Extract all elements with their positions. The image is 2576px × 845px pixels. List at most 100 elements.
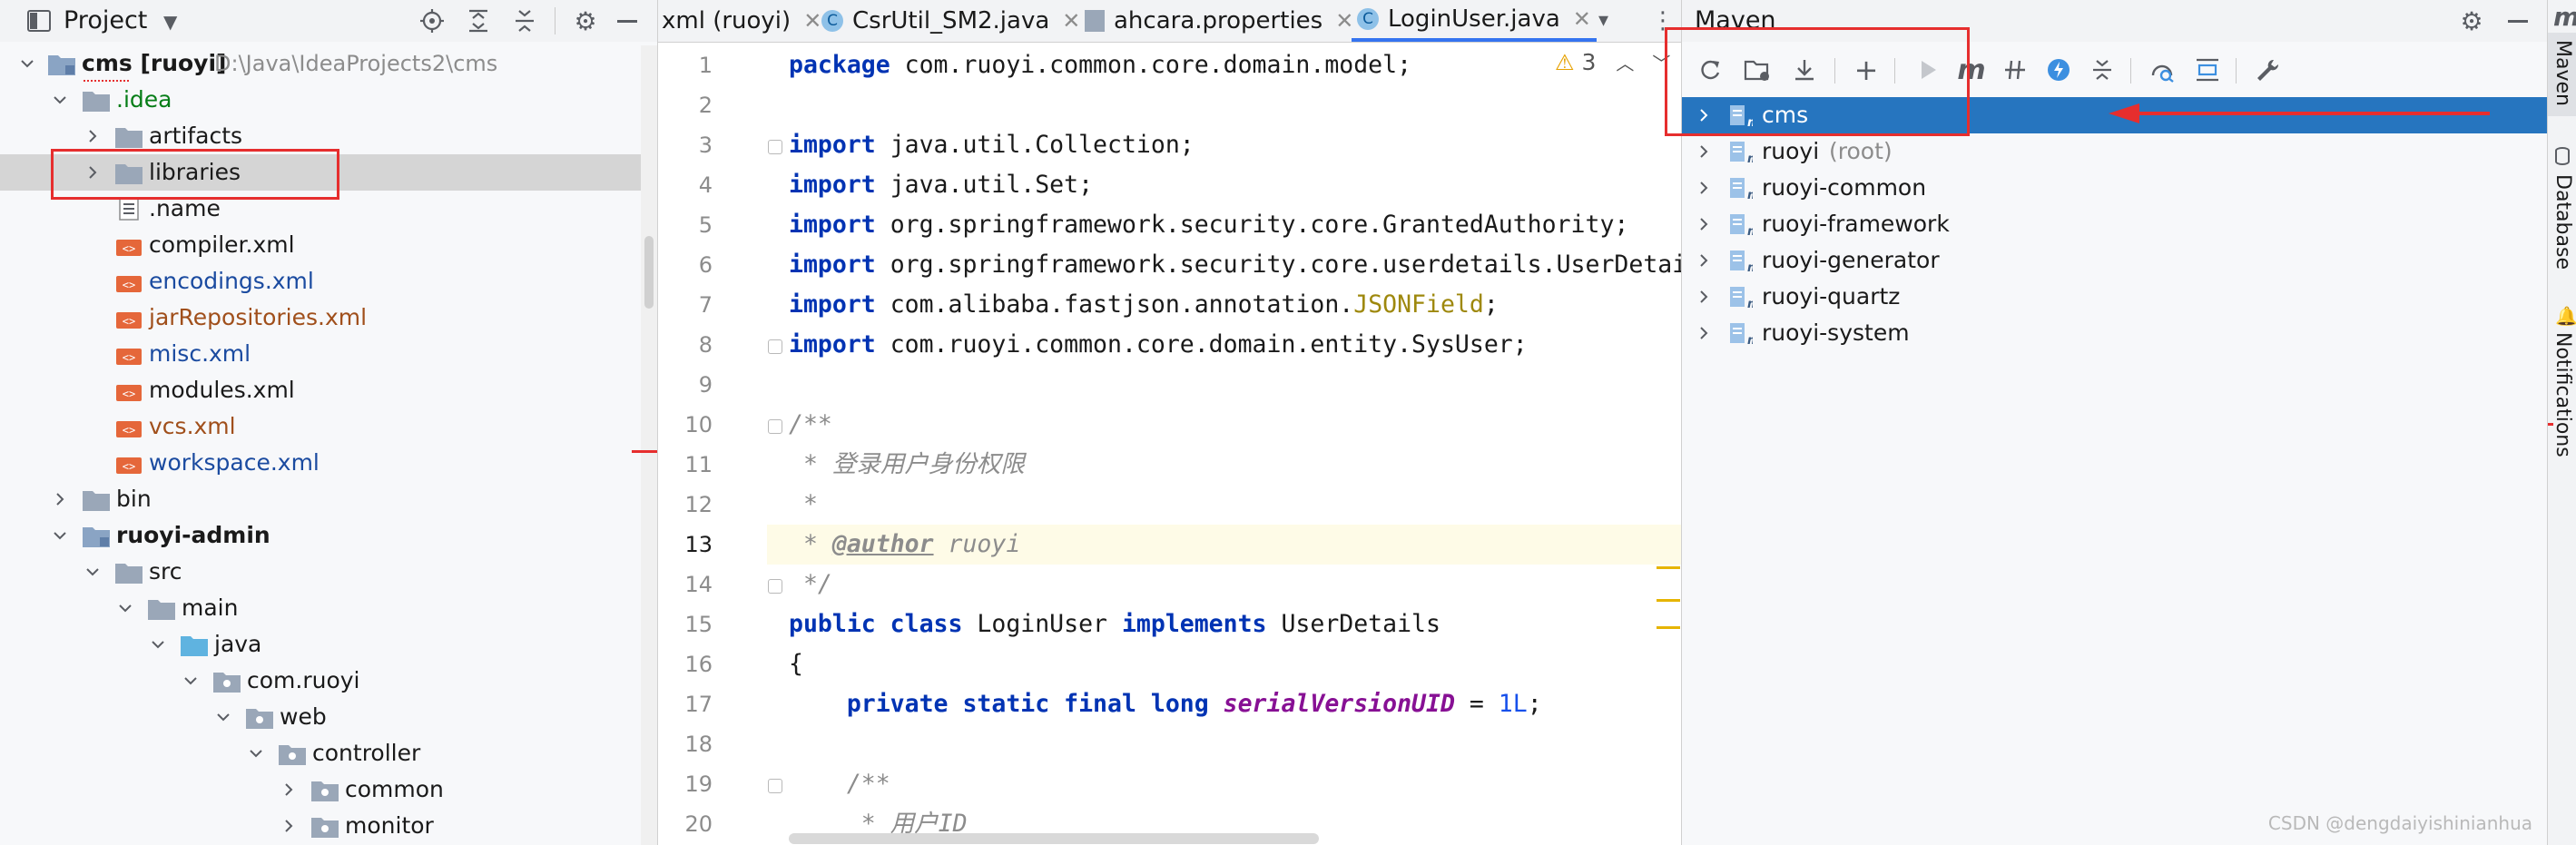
maven-project-ruoyi-system[interactable]: m ruoyi-system [1682, 315, 2548, 351]
minimize-icon[interactable] [2508, 20, 2528, 23]
maven-project-ruoyi[interactable]: m ruoyi (root) [1682, 133, 2548, 170]
tree-row-main[interactable]: main [0, 590, 641, 626]
line-number: 10 [684, 412, 713, 437]
svg-text:m: m [1747, 334, 1753, 346]
maven-project-ruoyi-quartz[interactable]: m ruoyi-quartz [1682, 279, 2548, 315]
tab-label: CsrUtil_SM2.java [852, 7, 1050, 34]
tab-csrutil-sm2[interactable]: C CsrUtil_SM2.java ✕ [821, 0, 1080, 42]
gear-icon[interactable]: ⚙ [569, 5, 602, 37]
watermark: CSDN @dengdaiyishinianhua [2267, 812, 2532, 834]
chevron-down-icon[interactable] [212, 699, 234, 735]
tree-row-jarrepositories-xml[interactable]: <> jarRepositories.xml [0, 300, 641, 336]
tree-row-modules-xml[interactable]: <> modules.xml [0, 372, 641, 408]
chevron-down-icon[interactable] [16, 45, 38, 82]
locate-file-icon[interactable] [416, 5, 448, 37]
tree-row-web[interactable]: web [0, 699, 641, 735]
notification-marker [2548, 423, 2553, 426]
close-icon[interactable]: ✕ [1573, 6, 1591, 32]
chevron-right-icon[interactable] [1693, 242, 1715, 279]
package-icon [278, 741, 307, 766]
tree-row-common[interactable]: common [0, 771, 641, 808]
code-area[interactable]: 1 2 3 4 5 6 7 8 9 10 11 12 13 14 15 16 1… [658, 45, 1682, 845]
fold-marker[interactable] [768, 140, 782, 154]
chevron-down-icon[interactable] [49, 517, 71, 554]
maven-project-ruoyi-generator[interactable]: m ruoyi-generator [1682, 242, 2548, 279]
line-number: 8 [698, 332, 713, 358]
chevron-right-icon[interactable] [278, 808, 300, 844]
chevron-right-icon[interactable] [1693, 133, 1715, 170]
project-view-dropdown-icon[interactable]: ▼ [163, 11, 177, 33]
tree-row-bin[interactable]: bin [0, 481, 641, 517]
tab-xml-ruoyi[interactable]: xml (ruoyi) ✕ [662, 0, 821, 42]
inspection-widget[interactable]: ⚠ 3 ︿ ﹀ [1555, 49, 1670, 75]
close-icon[interactable]: ✕ [803, 8, 821, 34]
maven-project-ruoyi-framework[interactable]: m ruoyi-framework [1682, 206, 2548, 242]
scrollbar-thumb[interactable] [644, 236, 654, 309]
wrench-icon[interactable] [2250, 53, 2285, 87]
tree-row-src[interactable]: src [0, 554, 641, 590]
maven-m-icon[interactable]: m [2553, 2, 2576, 32]
fold-marker[interactable] [768, 579, 782, 594]
maven-project-ruoyi-common[interactable]: m ruoyi-common [1682, 170, 2548, 206]
close-icon[interactable]: ✕ [1062, 8, 1080, 34]
chevron-down-icon[interactable] [114, 590, 136, 626]
code-line: public class LoginUser implements UserDe… [789, 610, 1440, 638]
tree-row-ruoyi-admin[interactable]: ruoyi-admin [0, 517, 641, 554]
chevron-right-icon[interactable] [1693, 315, 1715, 351]
tree-row-encodings-xml[interactable]: <> encodings.xml [0, 263, 641, 300]
chevron-down-icon[interactable] [82, 554, 103, 590]
expand-all-icon[interactable] [462, 5, 495, 37]
fold-marker[interactable] [768, 419, 782, 434]
chevron-right-icon[interactable] [278, 771, 300, 808]
minimize-icon[interactable] [617, 20, 637, 23]
warning-stripe-marker[interactable] [1657, 566, 1680, 569]
chevron-right-icon[interactable] [1693, 279, 1715, 315]
tree-row-compiler-xml[interactable]: <> compiler.xml [0, 227, 641, 263]
tree-row-idea[interactable]: .idea [0, 82, 641, 118]
chevron-up-icon[interactable]: ︿ [1616, 49, 1634, 75]
line-number: 5 [698, 212, 713, 238]
project-panel-title[interactable]: Project [64, 0, 147, 42]
line-number: 11 [684, 452, 713, 477]
tree-row-java[interactable]: java [0, 626, 641, 663]
tree-row-workspace-xml[interactable]: <> workspace.xml [0, 445, 641, 481]
maven-project-root-suffix: (root) [1829, 138, 1893, 164]
chevron-down-icon[interactable] [49, 82, 71, 118]
tree-row-vcs-xml[interactable]: <> vcs.xml [0, 408, 641, 445]
expand-icon[interactable] [2190, 53, 2225, 87]
tab-loginuser-java[interactable]: C LoginUser.java ✕ [1352, 0, 1597, 42]
fold-marker[interactable] [768, 779, 782, 793]
tab-list-dropdown-icon[interactable]: ▾ [1598, 9, 1608, 32]
collapse-icon[interactable] [2085, 53, 2119, 87]
tree-row-com-ruoyi[interactable]: com.ruoyi [0, 663, 641, 699]
skip-tests-icon[interactable] [1998, 53, 2032, 87]
chevron-right-icon[interactable] [1693, 170, 1715, 206]
stripe-tab-database[interactable]: Database [2551, 174, 2574, 270]
lightning-icon[interactable] [2041, 53, 2076, 87]
chevron-right-icon[interactable] [49, 481, 71, 517]
project-scrollbar[interactable] [641, 45, 657, 845]
analyze-icon[interactable] [2145, 53, 2179, 87]
chevron-down-icon[interactable] [180, 663, 202, 699]
tree-row-misc-xml[interactable]: <> misc.xml [0, 336, 641, 372]
horizontal-scrollbar-thumb[interactable] [789, 833, 1319, 844]
line-number: 9 [698, 372, 713, 398]
tab-ahcara-properties[interactable]: ahcara.properties ✕ [1085, 0, 1353, 42]
svg-text:<>: <> [123, 279, 135, 291]
svg-text:m: m [1747, 298, 1753, 310]
fold-marker[interactable] [768, 339, 782, 354]
chevron-down-icon[interactable] [245, 735, 267, 771]
chevron-right-icon[interactable] [1693, 206, 1715, 242]
right-tool-stripe: m Maven Database 🔔 Notifications [2547, 0, 2576, 845]
collapse-all-icon[interactable] [508, 5, 541, 37]
gear-icon[interactable]: ⚙ [2455, 5, 2488, 37]
tree-label: misc.xml [149, 340, 251, 367]
stripe-tab-notifications[interactable]: Notifications [2551, 332, 2574, 457]
chevron-down-icon[interactable] [147, 626, 169, 663]
warning-stripe-marker[interactable] [1657, 599, 1680, 602]
warning-stripe-marker[interactable] [1657, 626, 1680, 629]
svg-text:<>: <> [123, 424, 135, 437]
tree-row-controller[interactable]: controller [0, 735, 641, 771]
tree-row-monitor[interactable]: monitor [0, 808, 641, 844]
stripe-tab-maven[interactable]: Maven [2551, 40, 2574, 106]
